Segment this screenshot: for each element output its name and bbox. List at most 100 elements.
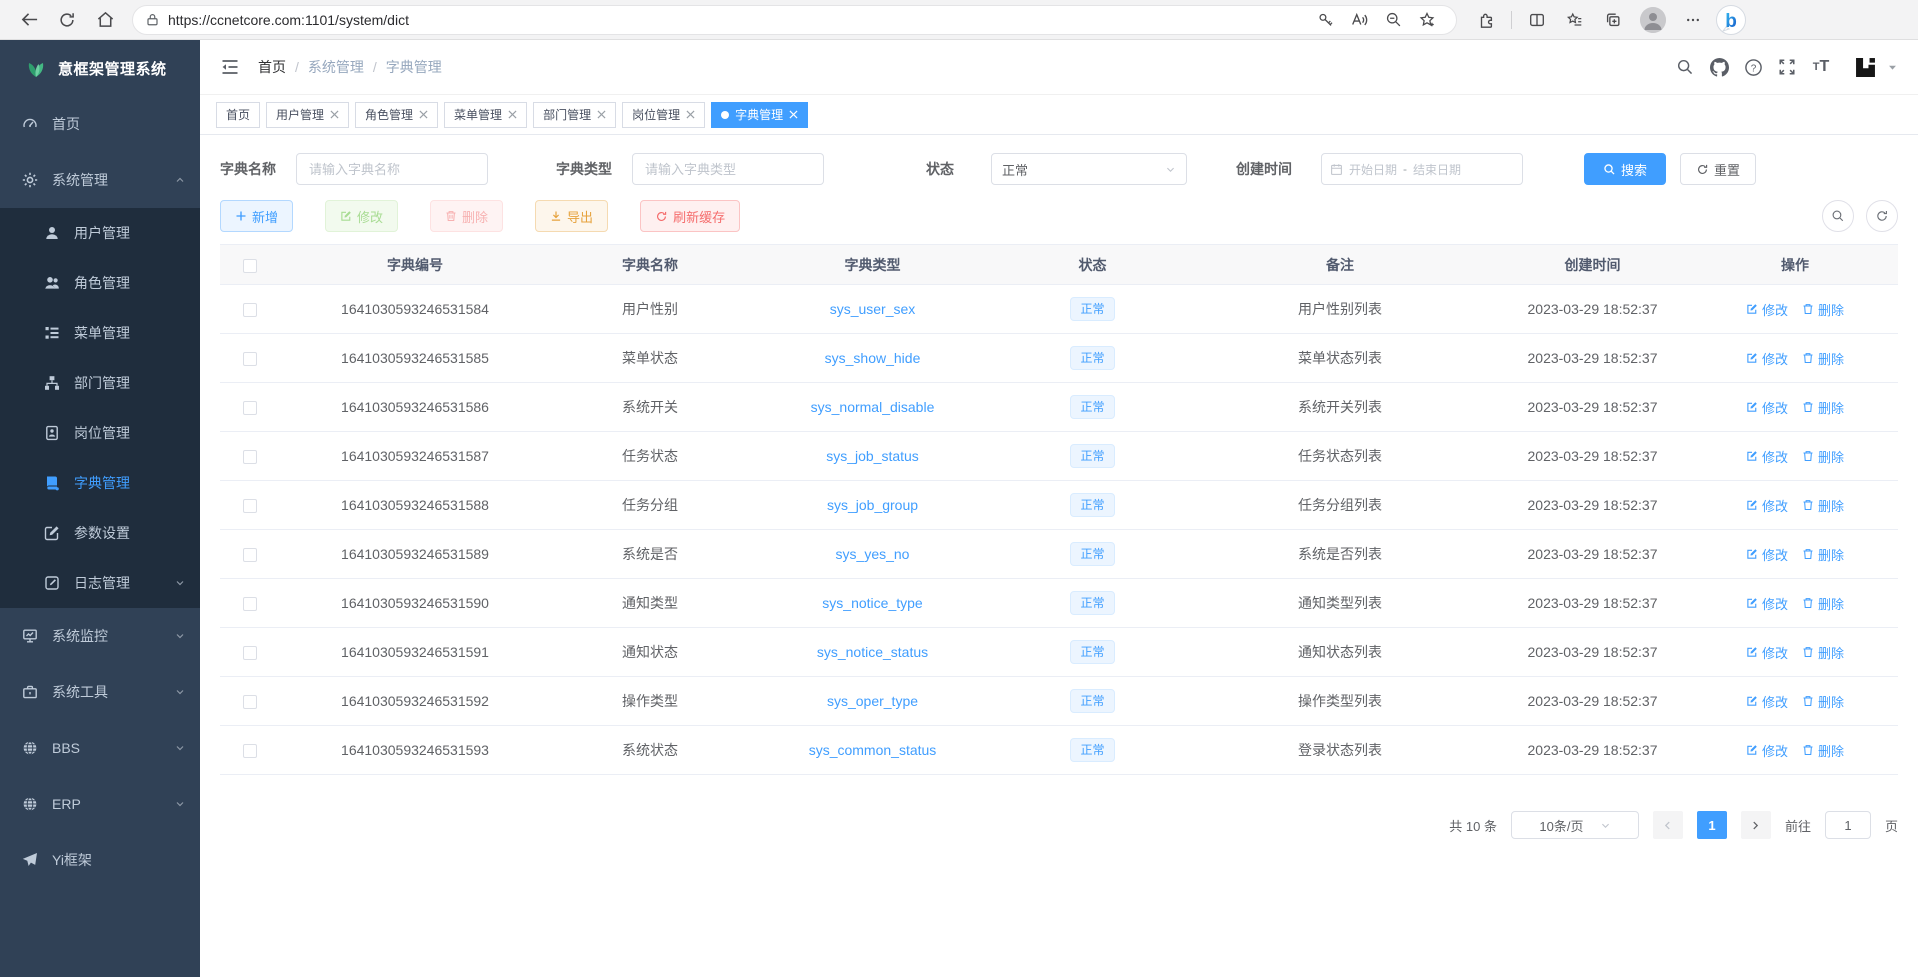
row-checkbox[interactable] xyxy=(243,597,257,611)
row-edit-button[interactable]: 修改 xyxy=(1746,692,1788,711)
row-edit-button[interactable]: 修改 xyxy=(1746,496,1788,515)
dict-type-link[interactable]: sys_job_status xyxy=(826,448,919,464)
status-select[interactable]: 正常 xyxy=(991,153,1187,185)
more-menu-icon[interactable] xyxy=(1677,4,1709,36)
tab-post-management[interactable]: 岗位管理 xyxy=(622,102,705,128)
dict-type-link[interactable]: sys_normal_disable xyxy=(811,399,935,415)
sidebar-item-home[interactable]: 首页 xyxy=(0,96,200,152)
zoom-out-icon[interactable] xyxy=(1379,4,1407,36)
page-number-1[interactable]: 1 xyxy=(1697,811,1727,839)
dict-type-link[interactable]: sys_job_group xyxy=(827,497,918,513)
next-page-button[interactable] xyxy=(1741,811,1771,839)
read-aloud-icon[interactable] xyxy=(1345,4,1373,36)
dict-type-link[interactable]: sys_yes_no xyxy=(836,546,910,562)
row-edit-button[interactable]: 修改 xyxy=(1746,398,1788,417)
sidebar-item-bbs[interactable]: BBS xyxy=(0,720,200,776)
breadcrumb-home[interactable]: 首页 xyxy=(258,57,286,77)
row-edit-button[interactable]: 修改 xyxy=(1746,300,1788,319)
add-button[interactable]: 新增 xyxy=(220,200,293,232)
extensions-icon[interactable] xyxy=(1470,4,1502,36)
sidebar-item-menu-management[interactable]: 菜单管理 xyxy=(0,308,200,358)
close-tab-icon[interactable] xyxy=(419,110,428,119)
tab-dict-management[interactable]: 字典管理 xyxy=(711,102,808,128)
select-all-checkbox[interactable] xyxy=(243,259,257,273)
user-caret-icon[interactable] xyxy=(1887,62,1898,73)
dict-type-link[interactable]: sys_show_hide xyxy=(825,350,921,366)
profile-avatar[interactable] xyxy=(1640,7,1666,33)
dict-type-link[interactable]: sys_user_sex xyxy=(830,301,916,317)
row-checkbox[interactable] xyxy=(243,548,257,562)
dict-type-link[interactable]: sys_notice_status xyxy=(817,644,928,660)
header-search-icon[interactable] xyxy=(1668,50,1702,84)
sidebar-item-user-management[interactable]: 用户管理 xyxy=(0,208,200,258)
sidebar-collapse-icon[interactable] xyxy=(220,57,240,77)
sidebar-item-erp[interactable]: ERP xyxy=(0,776,200,832)
close-tab-icon[interactable] xyxy=(789,110,798,119)
row-checkbox[interactable] xyxy=(243,646,257,660)
sidebar-item-log-management[interactable]: 日志管理 xyxy=(0,558,200,608)
dict-type-link[interactable]: sys_oper_type xyxy=(827,693,918,709)
copilot-icon[interactable]: b xyxy=(1715,4,1747,36)
prev-page-button[interactable] xyxy=(1653,811,1683,839)
sidebar-item-system-monitor[interactable]: 系统监控 xyxy=(0,608,200,664)
row-checkbox[interactable] xyxy=(243,352,257,366)
tab-dept-management[interactable]: 部门管理 xyxy=(533,102,616,128)
row-edit-button[interactable]: 修改 xyxy=(1746,594,1788,613)
row-delete-button[interactable]: 删除 xyxy=(1802,300,1844,319)
password-key-icon[interactable] xyxy=(1311,4,1339,36)
row-delete-button[interactable]: 删除 xyxy=(1802,349,1844,368)
back-icon[interactable] xyxy=(13,4,45,36)
row-delete-button[interactable]: 删除 xyxy=(1802,594,1844,613)
reset-button[interactable]: 重置 xyxy=(1680,153,1756,185)
sidebar-item-dict-management[interactable]: 字典管理 xyxy=(0,458,200,508)
sidebar-item-system-tools[interactable]: 系统工具 xyxy=(0,664,200,720)
home-icon[interactable] xyxy=(89,4,121,36)
refresh-icon[interactable] xyxy=(51,4,83,36)
github-icon[interactable] xyxy=(1702,50,1736,84)
tab-user-management[interactable]: 用户管理 xyxy=(266,102,349,128)
font-size-icon[interactable]: TT xyxy=(1804,50,1838,84)
row-delete-button[interactable]: 删除 xyxy=(1802,741,1844,760)
goto-page-input[interactable] xyxy=(1825,811,1871,839)
date-range-picker[interactable]: 开始日期 - 结束日期 xyxy=(1321,153,1523,185)
close-tab-icon[interactable] xyxy=(686,110,695,119)
dict-type-input[interactable] xyxy=(632,153,824,185)
row-checkbox[interactable] xyxy=(243,744,257,758)
table-search-toggle-icon[interactable] xyxy=(1822,200,1854,232)
page-size-select[interactable]: 10条/页 xyxy=(1511,811,1639,839)
delete-button[interactable]: 删除 xyxy=(430,200,503,232)
row-edit-button[interactable]: 修改 xyxy=(1746,545,1788,564)
row-checkbox[interactable] xyxy=(243,695,257,709)
edit-button[interactable]: 修改 xyxy=(325,200,398,232)
collections-add-icon[interactable] xyxy=(1597,4,1629,36)
row-edit-button[interactable]: 修改 xyxy=(1746,349,1788,368)
url-bar[interactable]: https://ccnetcore.com:1101/system/dict xyxy=(132,5,1457,35)
tab-role-management[interactable]: 角色管理 xyxy=(355,102,438,128)
row-edit-button[interactable]: 修改 xyxy=(1746,447,1788,466)
row-delete-button[interactable]: 删除 xyxy=(1802,398,1844,417)
favorites-bar-icon[interactable] xyxy=(1559,4,1591,36)
tab-home[interactable]: 首页 xyxy=(216,102,260,128)
row-checkbox[interactable] xyxy=(243,303,257,317)
yi-logo[interactable] xyxy=(1852,54,1879,81)
dict-type-link[interactable]: sys_common_status xyxy=(809,742,937,758)
close-tab-icon[interactable] xyxy=(597,110,606,119)
sidebar-item-dept-management[interactable]: 部门管理 xyxy=(0,358,200,408)
fullscreen-icon[interactable] xyxy=(1770,50,1804,84)
tab-menu-management[interactable]: 菜单管理 xyxy=(444,102,527,128)
row-delete-button[interactable]: 删除 xyxy=(1802,692,1844,711)
row-edit-button[interactable]: 修改 xyxy=(1746,741,1788,760)
sidebar-item-param-settings[interactable]: 参数设置 xyxy=(0,508,200,558)
sidebar-item-role-management[interactable]: 角色管理 xyxy=(0,258,200,308)
row-checkbox[interactable] xyxy=(243,450,257,464)
sidebar-item-system-management[interactable]: 系统管理 xyxy=(0,152,200,208)
sidebar-item-post-management[interactable]: 岗位管理 xyxy=(0,408,200,458)
split-screen-icon[interactable] xyxy=(1521,4,1553,36)
dict-name-input[interactable] xyxy=(296,153,488,185)
row-delete-button[interactable]: 删除 xyxy=(1802,496,1844,515)
row-delete-button[interactable]: 删除 xyxy=(1802,447,1844,466)
row-checkbox[interactable] xyxy=(243,401,257,415)
close-tab-icon[interactable] xyxy=(508,110,517,119)
refresh-cache-button[interactable]: 刷新缓存 xyxy=(640,200,740,232)
close-tab-icon[interactable] xyxy=(330,110,339,119)
